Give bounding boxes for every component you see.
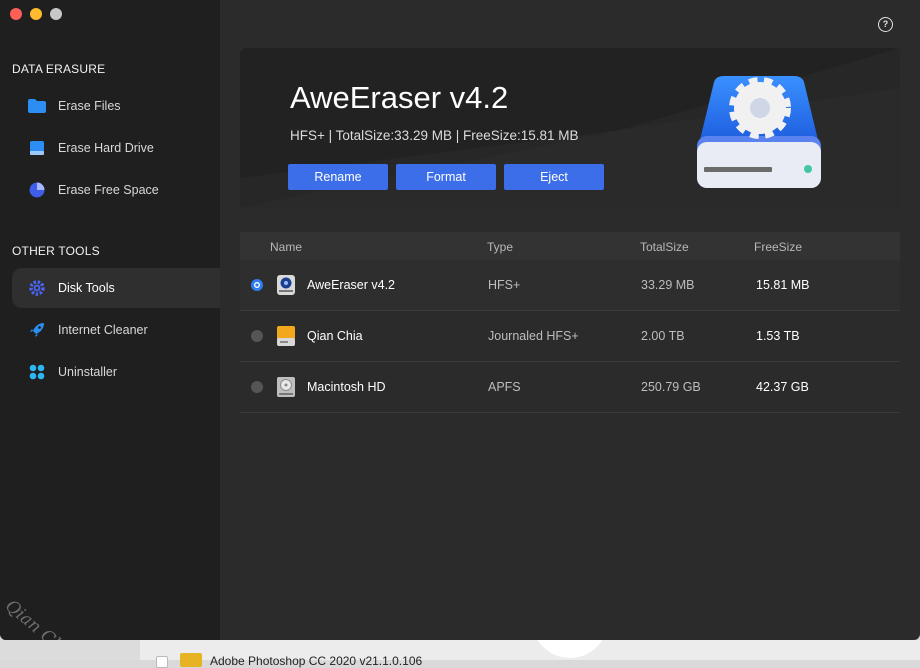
section-title-other-tools: OTHER TOOLS bbox=[12, 244, 100, 258]
rename-button[interactable]: Rename bbox=[288, 164, 388, 190]
eject-button[interactable]: Eject bbox=[504, 164, 604, 190]
disk-type: APFS bbox=[488, 380, 521, 394]
external-drive-icon bbox=[277, 326, 295, 346]
sidebar-item-erase-hard-drive[interactable]: Erase Hard Drive bbox=[12, 128, 220, 168]
close-window-button[interactable] bbox=[10, 8, 22, 20]
disk-name: AweEraser v4.2 bbox=[307, 278, 396, 292]
sidebar-item-label: Disk Tools bbox=[58, 281, 115, 295]
disk-total-size: 33.29 MB bbox=[641, 278, 695, 292]
app-window: DATA ERASURE Erase Files Erase Hard Driv… bbox=[0, 0, 920, 640]
disk-type: Journaled HFS+ bbox=[488, 329, 579, 343]
main-panel: ? AweEraser v4.2 HFS+ | TotalSize:33.29 … bbox=[220, 0, 920, 640]
disk-table: Name Type TotalSize FreeSize AweEraser v… bbox=[240, 232, 900, 413]
table-row[interactable]: Qian Chia Journaled HFS+ 2.00 TB 1.53 TB bbox=[240, 311, 900, 362]
disk-title: AweEraser v4.2 bbox=[290, 80, 509, 115]
pie-chart-icon bbox=[28, 181, 46, 199]
sidebar-item-uninstaller[interactable]: Uninstaller bbox=[12, 352, 220, 392]
sidebar-item-label: Uninstaller bbox=[58, 365, 118, 379]
folder-icon bbox=[28, 97, 46, 115]
folder-icon bbox=[180, 653, 202, 667]
table-row[interactable]: Macintosh HD APFS 250.79 GB 42.37 GB bbox=[240, 362, 900, 413]
hard-drive-icon bbox=[28, 139, 46, 157]
radio-button[interactable] bbox=[251, 330, 263, 342]
table-header: Name Type TotalSize FreeSize bbox=[240, 232, 900, 260]
window-controls bbox=[10, 8, 62, 20]
section-title-data-erasure: DATA ERASURE bbox=[12, 62, 106, 76]
background-window-sidebar bbox=[0, 640, 140, 660]
sidebar-item-label: Erase Files bbox=[58, 99, 121, 113]
disk-type: HFS+ bbox=[488, 278, 521, 292]
apps-grid-icon bbox=[28, 363, 46, 381]
disk-total-size: 2.00 TB bbox=[641, 329, 685, 343]
sidebar-item-label: Erase Hard Drive bbox=[58, 141, 154, 155]
disk-summary: HFS+ | TotalSize:33.29 MB | FreeSize:15.… bbox=[290, 128, 579, 143]
sidebar-item-erase-files[interactable]: Erase Files bbox=[12, 86, 220, 126]
sidebar-item-disk-tools[interactable]: Disk Tools bbox=[12, 268, 220, 308]
disk-free-size: 42.37 GB bbox=[756, 380, 809, 394]
background-checkbox bbox=[156, 656, 168, 668]
sidebar-item-erase-free-space[interactable]: Erase Free Space bbox=[12, 170, 220, 210]
disk-name: Macintosh HD bbox=[307, 380, 386, 394]
column-header-totalsize[interactable]: TotalSize bbox=[640, 240, 689, 254]
background-file-name: Adobe Photoshop CC 2020 v21.1.0.106 bbox=[210, 654, 423, 668]
help-icon[interactable]: ? bbox=[878, 17, 893, 32]
radio-button[interactable] bbox=[251, 381, 263, 393]
format-button[interactable]: Format bbox=[396, 164, 496, 190]
internal-disk-icon bbox=[277, 377, 295, 397]
gear-icon bbox=[28, 279, 46, 297]
rocket-icon bbox=[28, 321, 46, 339]
zoom-window-button[interactable] bbox=[50, 8, 62, 20]
drive-gear-illustration bbox=[697, 76, 821, 188]
sidebar-item-internet-cleaner[interactable]: Internet Cleaner bbox=[12, 310, 220, 350]
minimize-window-button[interactable] bbox=[30, 8, 42, 20]
external-disk-icon bbox=[277, 275, 295, 295]
disk-name: Qian Chia bbox=[307, 329, 363, 343]
disk-info-banner: AweEraser v4.2 HFS+ | TotalSize:33.29 MB… bbox=[240, 48, 900, 208]
sidebar: DATA ERASURE Erase Files Erase Hard Driv… bbox=[0, 0, 220, 640]
radio-button[interactable] bbox=[251, 279, 263, 291]
disk-free-size: 1.53 TB bbox=[756, 329, 800, 343]
sidebar-item-label: Internet Cleaner bbox=[58, 323, 148, 337]
disk-free-size: 15.81 MB bbox=[756, 278, 810, 292]
column-header-type[interactable]: Type bbox=[487, 240, 513, 254]
sidebar-item-label: Erase Free Space bbox=[58, 183, 159, 197]
background-window: Adobe Photoshop CC 2020 v21.1.0.106 bbox=[0, 640, 920, 668]
table-row[interactable]: AweEraser v4.2 HFS+ 33.29 MB 15.81 MB bbox=[240, 260, 900, 311]
disk-total-size: 250.79 GB bbox=[641, 380, 701, 394]
column-header-freesize[interactable]: FreeSize bbox=[754, 240, 802, 254]
watermark: Qian Chia Soft bbox=[1, 596, 110, 640]
column-header-name[interactable]: Name bbox=[270, 240, 302, 254]
